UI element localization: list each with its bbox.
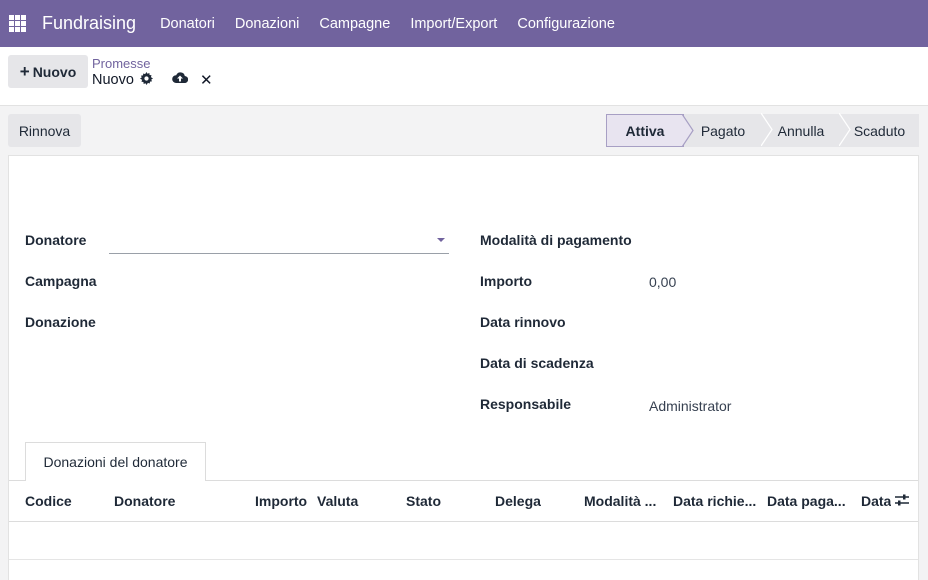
stage-scaduto[interactable]: Scaduto	[840, 114, 919, 147]
tab-label: Donazioni del donatore	[43, 454, 188, 470]
column-header-importo[interactable]: Importo	[255, 493, 307, 509]
new-button-label: Nuovo	[32, 63, 77, 80]
campaign-label: Campagna	[25, 273, 97, 289]
control-panel: + Nuovo Promesse Nuovo ✕	[0, 47, 928, 106]
stage-annulla[interactable]: Annulla	[762, 113, 851, 147]
donor-field[interactable]	[109, 230, 449, 254]
column-header-valuta[interactable]: Valuta	[317, 493, 358, 509]
stage-label: Scaduto	[853, 122, 906, 139]
renewal-date-label: Data rinnovo	[480, 314, 566, 330]
column-header-data[interactable]: Data	[861, 493, 891, 509]
column-header-data-pagamento[interactable]: Data paga...	[767, 493, 846, 509]
stage-label: Pagato	[700, 122, 746, 139]
menu-item-donazioni[interactable]: Donazioni	[225, 16, 310, 32]
stage-arrow-icon	[761, 113, 773, 146]
stage-arrow-icon	[682, 114, 694, 147]
plus-icon: +	[19, 61, 30, 81]
stage-arrow-icon	[839, 113, 851, 146]
cloud-upload-icon[interactable]	[172, 71, 189, 88]
new-button[interactable]: + Nuovo	[8, 55, 88, 88]
column-options-icon[interactable]	[894, 493, 910, 510]
responsible-field[interactable]: Administrator	[649, 398, 731, 414]
form-sheet: Donatore Campagna Donazione Modalità di …	[8, 155, 919, 580]
column-header-delega[interactable]: Delega	[495, 493, 541, 509]
column-header-stato[interactable]: Stato	[406, 493, 441, 509]
list-header: Codice Donatore Importo Valuta Stato Del…	[9, 481, 918, 522]
column-header-codice[interactable]: Codice	[25, 493, 72, 509]
column-header-data-richiesta[interactable]: Data richie...	[673, 493, 756, 509]
renew-button-label: Rinnova	[18, 122, 71, 139]
amount-label: Importo	[480, 273, 533, 289]
chevron-down-icon[interactable]	[437, 238, 445, 242]
list-empty-row	[9, 522, 918, 560]
column-header-donatore[interactable]: Donatore	[114, 493, 175, 509]
record-title-line: Nuovo	[92, 72, 153, 88]
tab-donazioni-del-donatore[interactable]: Donazioni del donatore	[25, 442, 206, 481]
close-icon[interactable]: ✕	[200, 71, 213, 89]
record-name: Nuovo	[92, 72, 134, 88]
menu-item-configurazione[interactable]: Configurazione	[507, 16, 625, 32]
breadcrumb[interactable]: Promesse	[92, 56, 151, 71]
due-date-label: Data di scadenza	[480, 355, 594, 371]
app-brand[interactable]: Fundraising	[42, 13, 136, 34]
apps-grid-icon[interactable]	[2, 0, 32, 47]
responsible-label: Responsabile	[480, 396, 572, 412]
renew-button[interactable]: Rinnova	[8, 114, 81, 147]
top-navbar: Fundraising Donatori Donazioni Campagne …	[0, 0, 928, 47]
stage-label: Annulla	[777, 122, 825, 139]
payment-method-label: Modalità di pagamento	[480, 232, 632, 248]
column-header-modalita[interactable]: Modalità ...	[584, 493, 656, 509]
menu-item-campagne[interactable]: Campagne	[309, 16, 400, 32]
gear-icon[interactable]	[139, 72, 153, 88]
donation-label: Donazione	[25, 314, 96, 330]
donor-label: Donatore	[25, 232, 87, 248]
stage-attiva[interactable]: Attiva	[606, 114, 694, 147]
stage-label: Attiva	[625, 122, 665, 139]
menu-item-import-export[interactable]: Import/Export	[400, 16, 507, 32]
amount-field[interactable]: 0,00	[649, 274, 676, 290]
stage-pagato[interactable]: Pagato	[684, 113, 773, 147]
statusbar: Attiva Pagato Annulla Scaduto	[606, 113, 919, 147]
menu-item-donatori[interactable]: Donatori	[150, 16, 225, 32]
